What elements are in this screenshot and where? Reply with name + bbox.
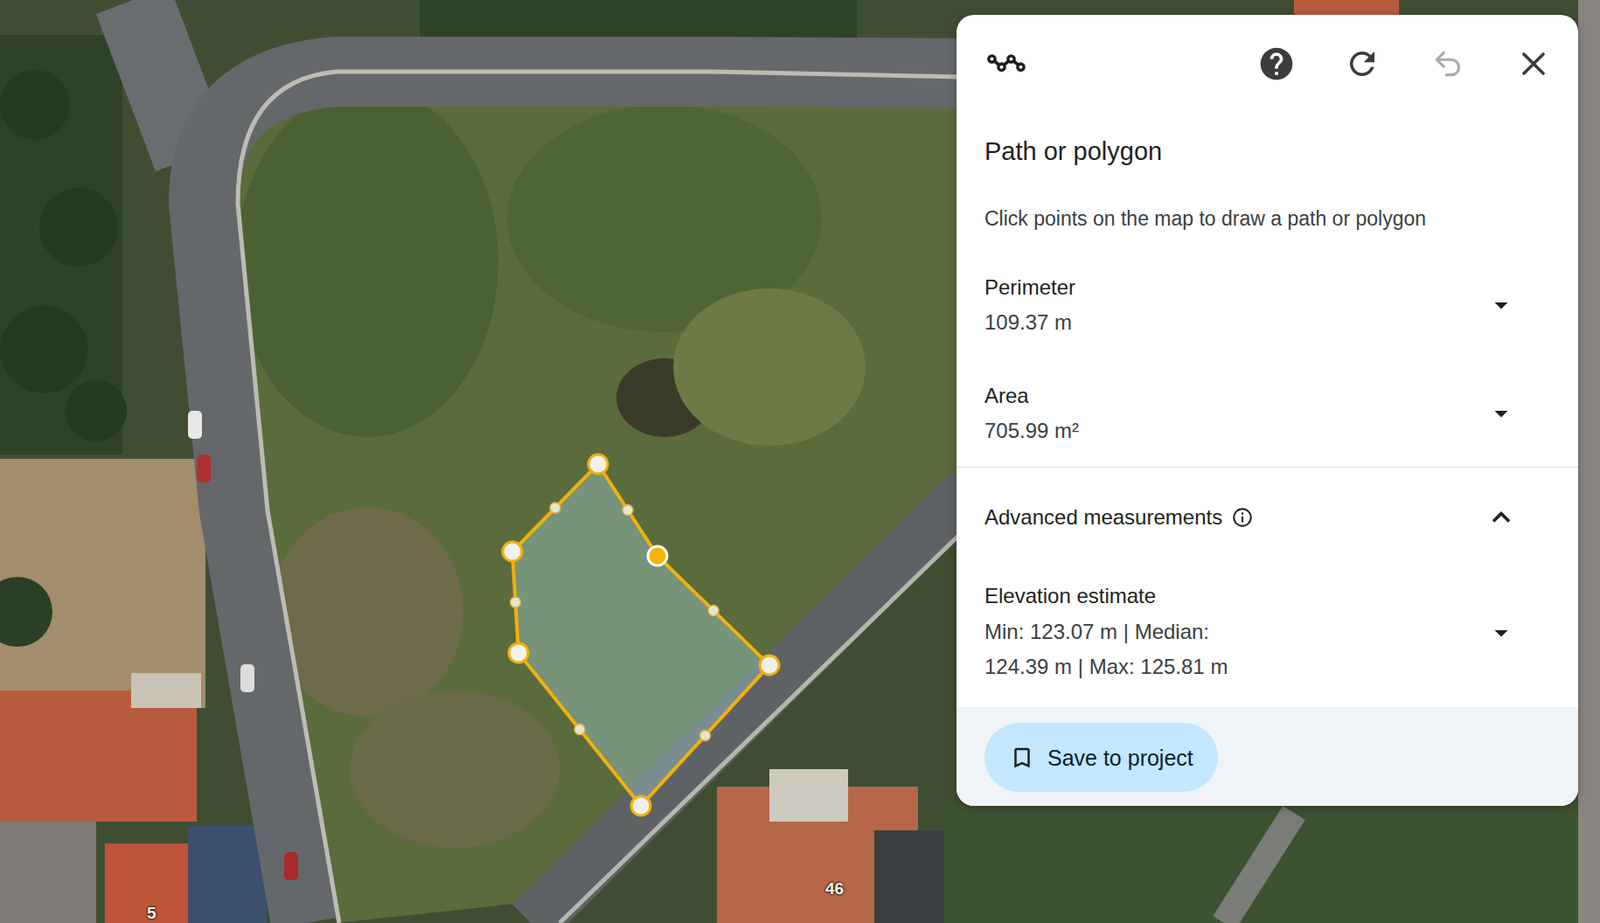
- midpoint-handle[interactable]: [510, 597, 522, 608]
- polygon-vertex[interactable]: [647, 546, 668, 566]
- dropdown-icon[interactable]: [1485, 397, 1517, 430]
- measurement-label: Perimeter: [984, 272, 1486, 303]
- map-view[interactable]: 46 5 Path or polygon Click points on the ma…: [0, 0, 1600, 923]
- midpoint-handle[interactable]: [708, 605, 719, 617]
- header-actions: [1257, 44, 1553, 84]
- midpoint-handle[interactable]: [549, 502, 561, 514]
- panel-footer: Save to project: [956, 707, 1579, 807]
- info-icon[interactable]: [1231, 506, 1254, 529]
- advanced-item-label: Elevation estimate: [984, 581, 1236, 612]
- refresh-glyph-icon: [1343, 45, 1381, 83]
- advanced-item-value: Min: 123.07 m | Median: 124.39 m | Max: …: [984, 614, 1236, 685]
- measurement-text: Perimeter 109.37 m: [984, 272, 1486, 338]
- dropdown-glyph-icon: [1485, 617, 1517, 649]
- path-tool-glyph-icon: [987, 44, 1026, 84]
- chevron-glyph-icon: [1485, 501, 1517, 534]
- bookmark-icon: [1008, 744, 1036, 772]
- address-label: 46: [825, 879, 844, 899]
- advanced-text: Elevation estimateMin: 123.07 m | Median…: [984, 581, 1236, 685]
- dropdown-icon[interactable]: [1485, 617, 1517, 649]
- panel-title: Path or polygon: [956, 134, 1579, 168]
- bookmark-glyph-icon: [1008, 744, 1036, 772]
- measurement-row[interactable]: Area 705.99 m²: [956, 381, 1579, 446]
- panel-header: [956, 14, 1579, 113]
- polygon-vertex[interactable]: [588, 454, 608, 474]
- undo-glyph-icon: [1431, 47, 1465, 81]
- refresh-icon[interactable]: [1342, 44, 1382, 84]
- help-icon[interactable]: [1257, 44, 1296, 84]
- save-button[interactable]: Save to project: [984, 723, 1218, 793]
- advanced-label: Advanced measurements: [984, 502, 1223, 533]
- close-icon[interactable]: [1514, 44, 1553, 84]
- measurement-list: Perimeter 109.37 m Area 705.99 m²: [956, 272, 1579, 446]
- panel-instruction: Click points on the map to draw a path o…: [956, 204, 1579, 233]
- dropdown-glyph-icon: [1485, 289, 1517, 321]
- polygon-vertex[interactable]: [502, 542, 522, 562]
- panel-body: Path or polygon Click points on the map t…: [956, 112, 1579, 708]
- close-glyph-icon: [1516, 47, 1551, 81]
- midpoint-handle[interactable]: [700, 730, 711, 742]
- measurement-label: Area: [984, 381, 1486, 411]
- address-label: 5: [146, 904, 157, 923]
- polygon-shape[interactable]: [512, 464, 770, 807]
- measurement-text: Area 705.99 m²: [984, 381, 1486, 446]
- path-tool-icon: [987, 44, 1026, 84]
- info-glyph-icon: [1231, 506, 1254, 529]
- polygon-vertex[interactable]: [759, 655, 780, 675]
- advanced-row[interactable]: Elevation estimateMin: 123.07 m | Median…: [956, 581, 1579, 685]
- chevron-icon[interactable]: [1485, 501, 1517, 534]
- measure-panel: Path or polygon Click points on the map t…: [956, 14, 1579, 807]
- measurement-value: 705.99 m²: [984, 416, 1486, 446]
- advanced-toggle[interactable]: Advanced measurements: [956, 467, 1579, 568]
- midpoint-handle[interactable]: [622, 505, 634, 516]
- help-glyph-icon: [1257, 44, 1296, 84]
- midpoint-handle[interactable]: [574, 724, 585, 736]
- measurement-row[interactable]: Perimeter 109.37 m: [956, 272, 1579, 338]
- divider: [956, 466, 1579, 468]
- save-button-label: Save to project: [1047, 743, 1194, 773]
- polygon-vertex[interactable]: [631, 796, 651, 816]
- advanced-title: Advanced measurements: [984, 502, 1486, 533]
- measurement-value: 109.37 m: [984, 307, 1486, 338]
- dropdown-glyph-icon: [1485, 397, 1517, 430]
- polygon-vertex[interactable]: [508, 643, 529, 663]
- dropdown-icon[interactable]: [1485, 289, 1517, 321]
- undo-icon: [1428, 44, 1468, 84]
